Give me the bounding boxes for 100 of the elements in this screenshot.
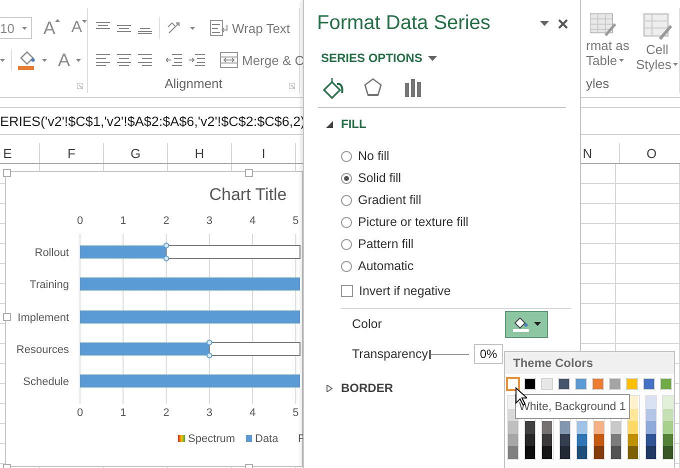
color-swatch[interactable] xyxy=(575,378,587,390)
color-swatch[interactable] xyxy=(594,434,604,446)
color-swatch[interactable] xyxy=(542,434,552,446)
align-right-icon[interactable] xyxy=(138,54,152,66)
wrap-text-label[interactable]: Wrap Text xyxy=(232,20,290,36)
dialog-launcher-icon[interactable] xyxy=(77,83,83,89)
column-header[interactable]: G xyxy=(130,146,141,160)
color-swatch[interactable] xyxy=(541,378,553,390)
radio-option[interactable]: Gradient fill xyxy=(341,189,580,211)
color-swatch[interactable] xyxy=(524,378,536,390)
color-swatch[interactable] xyxy=(560,434,570,446)
caret-icon[interactable] xyxy=(190,26,195,30)
caret-icon[interactable] xyxy=(0,58,5,62)
align-center-icon[interactable] xyxy=(117,54,131,66)
close-icon[interactable] xyxy=(558,18,568,28)
dialog-launcher-icon[interactable] xyxy=(289,83,295,89)
align-middle-icon[interactable] xyxy=(117,22,131,34)
pane-tab[interactable] xyxy=(322,77,344,99)
table-brush-icon[interactable] xyxy=(590,12,616,38)
color-swatch[interactable] xyxy=(626,378,638,390)
format-as-table-label[interactable]: rmat as xyxy=(586,38,630,53)
bar[interactable] xyxy=(208,342,300,356)
wrap-text-icon[interactable] xyxy=(210,20,228,36)
color-swatch[interactable] xyxy=(594,421,604,434)
caret-icon[interactable] xyxy=(42,58,47,62)
color-swatch[interactable] xyxy=(646,434,656,446)
column-header[interactable]: F xyxy=(68,146,76,160)
color-swatch[interactable] xyxy=(592,378,604,390)
radio-option[interactable]: No fill xyxy=(341,145,580,167)
radio-option[interactable]: Pattern fill xyxy=(341,233,580,255)
color-swatch[interactable] xyxy=(576,421,587,434)
series-options-dropdown[interactable]: SERIES OPTIONS xyxy=(321,51,438,65)
color-swatch[interactable] xyxy=(628,446,638,459)
chart-title[interactable]: Chart Title xyxy=(209,185,287,204)
radio-option[interactable]: Picture or texture fill xyxy=(341,211,580,233)
checkbox-option[interactable]: Invert if negative xyxy=(341,280,580,302)
color-swatch[interactable] xyxy=(662,434,673,446)
align-left-icon[interactable] xyxy=(96,54,110,66)
pane-tab[interactable] xyxy=(362,77,384,99)
color-swatch[interactable] xyxy=(576,434,587,446)
section-header[interactable]: BORDER xyxy=(326,381,394,395)
column-header[interactable]: N xyxy=(582,146,592,160)
pane-tab[interactable] xyxy=(402,77,424,99)
color-swatch[interactable] xyxy=(542,421,552,434)
color-swatch[interactable] xyxy=(646,396,656,409)
decrease-indent-icon[interactable] xyxy=(166,54,182,66)
column-header[interactable]: H xyxy=(194,146,204,160)
color-swatch[interactable] xyxy=(611,434,622,446)
color-swatch[interactable] xyxy=(558,378,570,390)
column-header[interactable]: I xyxy=(262,146,266,160)
section-header[interactable]: FILL xyxy=(326,117,366,131)
color-swatch[interactable] xyxy=(594,446,604,459)
color-swatch[interactable] xyxy=(542,446,552,459)
color-swatch[interactable] xyxy=(508,421,518,434)
formula-field[interactable]: ERIES('v2'!$C$1,'v2'!$A$2:$A$6,'v2'!$C$2:$C$6,2) xyxy=(0,114,306,128)
cell-styles-label[interactable]: Styles xyxy=(636,57,672,72)
radio-option[interactable]: Automatic xyxy=(341,255,580,277)
increase-indent-icon[interactable] xyxy=(189,54,205,66)
format-as-table-label[interactable]: Table xyxy=(586,53,618,68)
transparency-field[interactable]: 0% xyxy=(474,344,503,364)
color-swatch[interactable] xyxy=(560,446,570,459)
color-swatch[interactable] xyxy=(560,421,570,434)
color-swatch[interactable] xyxy=(611,421,622,434)
merge-cells-icon[interactable] xyxy=(220,52,238,68)
caret-icon[interactable] xyxy=(673,63,678,66)
color-swatch[interactable] xyxy=(508,434,518,446)
color-swatch[interactable] xyxy=(628,421,638,434)
cell-brush-icon[interactable] xyxy=(642,12,672,42)
color-swatch[interactable] xyxy=(646,421,656,434)
color-swatch[interactable] xyxy=(662,446,673,459)
fill-color-icon[interactable] xyxy=(18,50,36,70)
color-swatch[interactable] xyxy=(507,378,519,390)
column-header[interactable]: E xyxy=(3,146,12,160)
bar[interactable] xyxy=(166,245,300,259)
selection-handle[interactable] xyxy=(163,242,170,262)
color-picker-button[interactable] xyxy=(505,310,548,338)
column-header[interactable]: O xyxy=(646,146,657,160)
color-swatch[interactable] xyxy=(662,421,673,434)
color-swatch[interactable] xyxy=(662,408,673,422)
resize-handle[interactable] xyxy=(3,313,11,321)
color-swatch[interactable] xyxy=(662,396,673,409)
color-swatch[interactable] xyxy=(660,378,672,390)
color-swatch[interactable] xyxy=(643,378,655,390)
resize-handle[interactable] xyxy=(3,169,11,177)
color-swatch[interactable] xyxy=(611,446,622,459)
caret-icon[interactable] xyxy=(619,59,624,62)
caret-icon[interactable] xyxy=(22,26,28,30)
color-swatch[interactable] xyxy=(525,434,536,446)
color-swatch[interactable] xyxy=(525,421,536,434)
cell-styles-label[interactable]: Cell xyxy=(646,42,668,57)
dropdown-icon[interactable] xyxy=(540,21,549,26)
merge-label[interactable]: Merge & C xyxy=(242,52,304,68)
selection-handle[interactable] xyxy=(206,340,212,358)
color-swatch[interactable] xyxy=(628,434,638,446)
color-swatch[interactable] xyxy=(646,408,656,422)
color-swatch[interactable] xyxy=(525,446,536,459)
color-swatch[interactable] xyxy=(609,378,621,390)
color-swatch[interactable] xyxy=(508,446,518,459)
caret-icon[interactable] xyxy=(76,58,82,62)
radio-option[interactable]: Solid fill xyxy=(341,167,580,189)
